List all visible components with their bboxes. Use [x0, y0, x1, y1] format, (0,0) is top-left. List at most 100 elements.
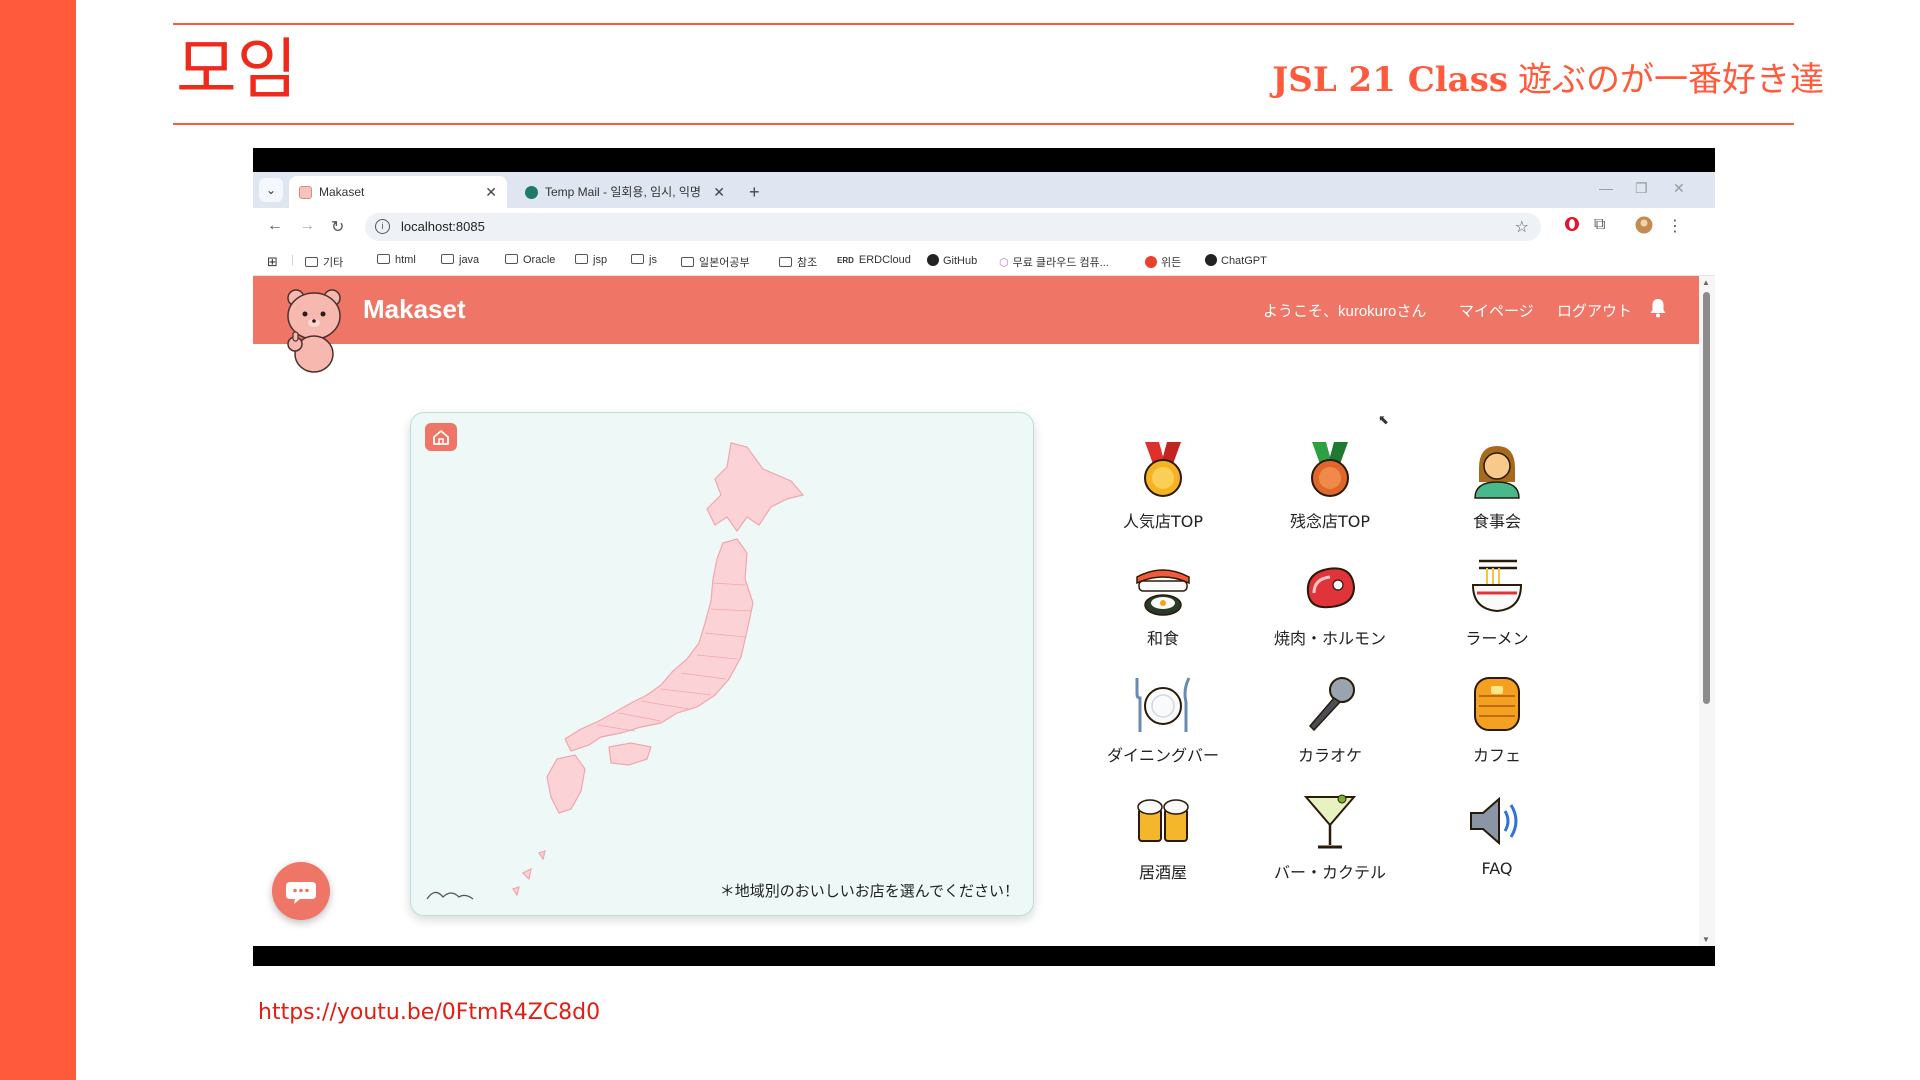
- sushi-icon: [1136, 569, 1190, 616]
- category-faq[interactable]: FAQ: [1417, 789, 1577, 905]
- opera-extension-icon[interactable]: [1564, 216, 1580, 237]
- scroll-up-icon[interactable]: ▲: [1702, 278, 1710, 287]
- bookmark-github[interactable]: GitHub: [927, 254, 977, 267]
- okinawa-islands: [512, 850, 546, 897]
- slide: 모임 JSL 21 Class 遊ぶのが一番好き達 ⌄ Makaset ✕ Tem…: [0, 0, 1920, 1080]
- category-label: 人気店TOP: [1122, 512, 1204, 531]
- profile-avatar-icon[interactable]: [1635, 216, 1653, 239]
- tab-search-chevron-icon[interactable]: ⌄: [259, 178, 283, 202]
- pancake-icon: [1474, 677, 1520, 731]
- category-label: 居酒屋: [1138, 863, 1187, 882]
- tab-bar: ⌄ Makaset ✕ Temp Mail - 일회용, 임시, 익명 ✕ + …: [253, 172, 1715, 208]
- bookmark-divider: |: [291, 254, 294, 266]
- close-icon[interactable]: ✕: [713, 176, 725, 208]
- site-info-icon[interactable]: i: [375, 219, 390, 234]
- tab-temp-mail[interactable]: Temp Mail - 일회용, 임시, 익명 ✕: [515, 176, 735, 208]
- restore-icon[interactable]: ❐: [1635, 180, 1648, 197]
- extensions-puzzle-icon[interactable]: ⧉: [1594, 216, 1605, 234]
- category-label: FAQ: [1481, 859, 1513, 878]
- person-icon: [1474, 446, 1520, 499]
- category-label: バー・カクテル: [1273, 863, 1386, 882]
- bookmark-folder[interactable]: html: [377, 254, 416, 266]
- bronze-medal-icon: [1311, 442, 1349, 497]
- page-scrollbar[interactable]: ▲ ▼: [1699, 276, 1715, 946]
- category-izakaya[interactable]: 居酒屋: [1083, 789, 1243, 905]
- github-icon: [927, 254, 939, 266]
- honshu-region: [564, 538, 754, 752]
- url-omnibox[interactable]: i localhost:8085 ☆: [365, 213, 1541, 241]
- category-popular-top[interactable]: 人気店TOP: [1083, 438, 1243, 554]
- scroll-down-icon[interactable]: ▼: [1702, 935, 1710, 944]
- back-arrow-icon[interactable]: ←: [267, 217, 283, 235]
- speaker-icon: [1470, 796, 1518, 846]
- japan-prefecture-map[interactable]: [501, 433, 881, 903]
- bear-favicon-icon: [299, 186, 312, 199]
- plate-cutlery-icon: [1135, 677, 1191, 732]
- video-link[interactable]: https://youtu.be/0FtmR4ZC8d0: [258, 1000, 600, 1025]
- web-page: Makaset ようこそ、kurokuroさん マイページ ログアウト ⬉ ＊地…: [253, 276, 1699, 946]
- tab-label: Temp Mail - 일회용, 임시, 익명: [545, 185, 701, 199]
- scrollbar-thumb[interactable]: [1703, 292, 1710, 704]
- tab-makaset[interactable]: Makaset ✕: [289, 176, 507, 208]
- category-label: 焼肉・ホルモン: [1273, 629, 1386, 648]
- category-japanese-food[interactable]: 和食: [1083, 555, 1243, 671]
- folder-icon: [441, 254, 454, 264]
- bookmark-folder[interactable]: 일본어공부: [681, 254, 750, 270]
- folder-icon: [575, 254, 588, 264]
- folder-icon: [505, 254, 518, 264]
- address-bar-row: ← → ↻ i localhost:8085 ☆ ⧉ ⋮: [253, 208, 1715, 246]
- logout-link[interactable]: ログアウト: [1557, 300, 1632, 321]
- category-label: ラーメン: [1465, 629, 1529, 648]
- bookmark-star-icon[interactable]: ☆: [1515, 217, 1529, 237]
- folder-icon: [681, 257, 694, 267]
- close-icon[interactable]: ✕: [485, 176, 497, 208]
- bookmark-folder[interactable]: jsp: [575, 254, 607, 266]
- widen-icon: [1145, 256, 1157, 268]
- bookmark-chatgpt[interactable]: ChatGPT: [1205, 254, 1267, 267]
- mountain-wave-icon: [426, 891, 474, 900]
- category-label: 残念店TOP: [1289, 512, 1371, 531]
- apps-grid-icon[interactable]: ⊞: [267, 254, 278, 270]
- tab-label: Makaset: [319, 185, 365, 199]
- close-window-icon[interactable]: ✕: [1673, 180, 1685, 197]
- bookmark-folder[interactable]: java: [441, 254, 479, 266]
- category-label: カフェ: [1472, 746, 1521, 765]
- bookmark-cloud[interactable]: ⬡ 무료 클라우드 컴퓨...: [999, 254, 1109, 270]
- category-bar-cocktail[interactable]: バー・カクテル: [1250, 789, 1410, 905]
- category-cafe[interactable]: カフェ: [1417, 672, 1577, 788]
- category-yakiniku[interactable]: 焼肉・ホルモン: [1250, 555, 1410, 671]
- side-accent-bar: [0, 0, 76, 1080]
- category-disappointing-top[interactable]: 残念店TOP: [1250, 438, 1410, 554]
- browser-menu-icon[interactable]: ⋮: [1667, 216, 1683, 236]
- minimize-icon[interactable]: —: [1599, 180, 1613, 196]
- mypage-link[interactable]: マイページ: [1459, 300, 1534, 321]
- brand-name[interactable]: Makaset: [363, 294, 466, 325]
- bell-icon[interactable]: [1649, 298, 1667, 318]
- chat-button[interactable]: [272, 862, 330, 920]
- forward-arrow-icon[interactable]: →: [299, 217, 315, 235]
- bookmark-folder[interactable]: 기타: [305, 254, 343, 270]
- folder-icon: [305, 257, 318, 267]
- bear-mascot-logo[interactable]: [283, 286, 345, 374]
- folder-icon: [779, 257, 792, 267]
- meat-icon: [1306, 567, 1356, 609]
- slide-title: 모임: [176, 31, 298, 108]
- bookmark-folder[interactable]: js: [631, 254, 657, 266]
- category-label: 食事会: [1472, 512, 1521, 531]
- reload-icon[interactable]: ↻: [331, 217, 344, 237]
- bookmark-widen[interactable]: 위든: [1145, 254, 1181, 270]
- category-dinner-party[interactable]: 食事会: [1417, 438, 1577, 554]
- category-karaoke[interactable]: カラオケ: [1250, 672, 1410, 788]
- bookmark-folder[interactable]: 참조: [779, 254, 817, 270]
- bookmark-erdcloud[interactable]: ERD ERDCloud: [837, 254, 911, 266]
- category-dining-bar[interactable]: ダイニングバー: [1083, 672, 1243, 788]
- bookmark-folder[interactable]: Oracle: [505, 254, 555, 266]
- bookmarks-bar: ⊞ | 기타 html java Oracle jsp js 일본어공부 참조 …: [253, 246, 1715, 276]
- map-instruction-text: ＊地域別のおいしいお店を選んでください！: [719, 883, 1019, 900]
- globe-favicon-icon: [525, 186, 538, 199]
- new-tab-plus-icon[interactable]: +: [749, 176, 760, 208]
- home-icon: [433, 430, 449, 445]
- category-ramen[interactable]: ラーメン: [1417, 555, 1577, 671]
- home-button[interactable]: [425, 423, 457, 451]
- folder-icon: [377, 254, 390, 264]
